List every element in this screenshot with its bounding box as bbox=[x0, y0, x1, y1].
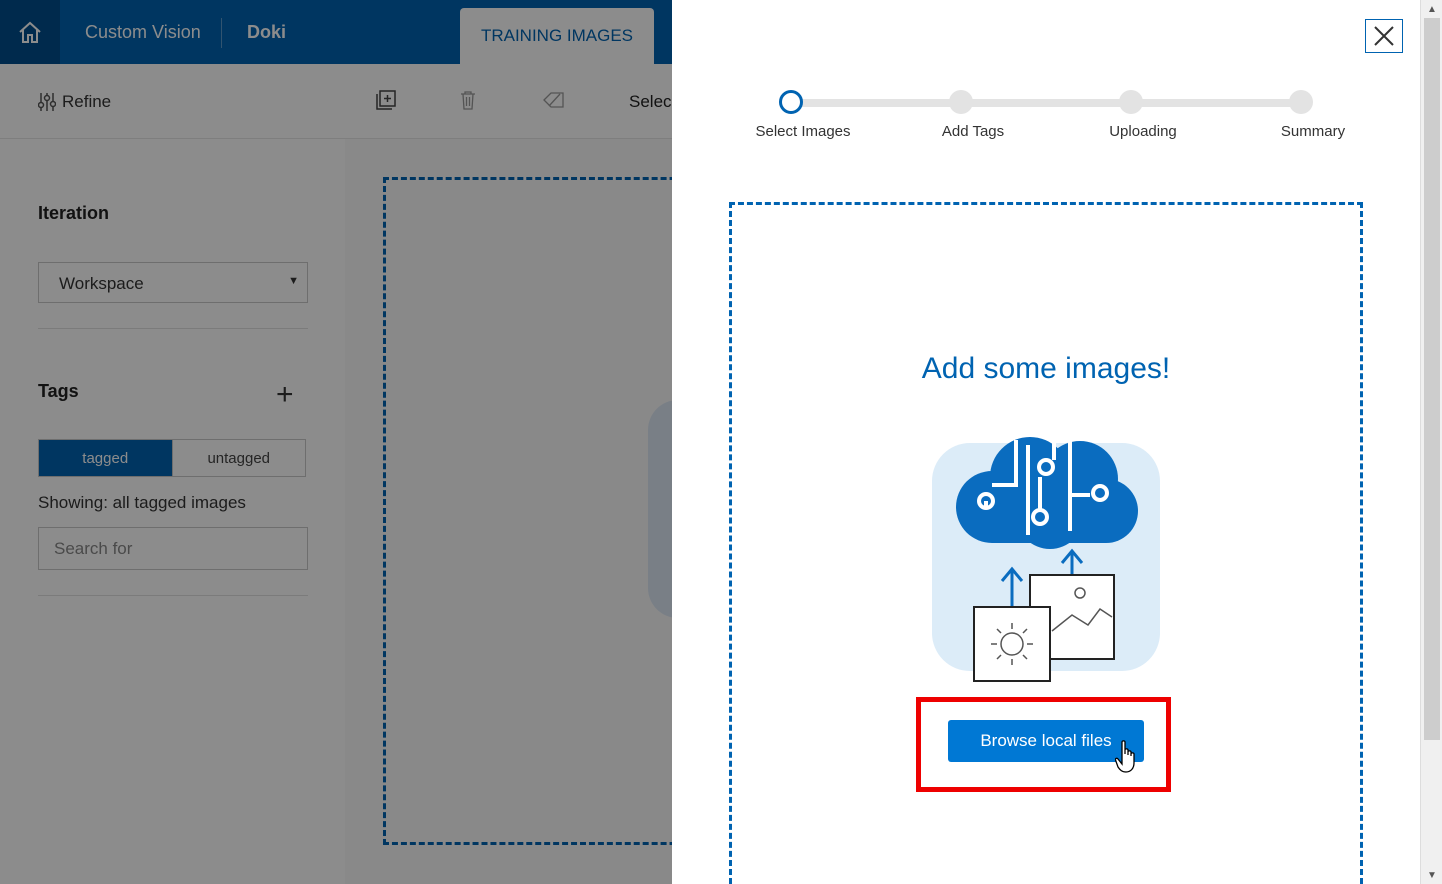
step-label-add-tags: Add Tags bbox=[941, 123, 1005, 140]
vertical-scrollbar[interactable]: ▲ ▼ bbox=[1420, 0, 1442, 884]
step-dot-summary bbox=[1289, 90, 1313, 114]
step-label-uploading: Uploading bbox=[1109, 123, 1177, 140]
close-icon bbox=[1374, 26, 1394, 46]
cloud-upload-illustration bbox=[932, 437, 1160, 682]
step-dot-add-tags bbox=[949, 90, 973, 114]
close-button[interactable] bbox=[1365, 19, 1403, 53]
scroll-thumb[interactable] bbox=[1424, 18, 1440, 740]
step-dot-select-images bbox=[779, 90, 803, 114]
dropzone-title: Add some images! bbox=[921, 352, 1171, 385]
step-label-select-images: Select Images bbox=[755, 123, 851, 140]
stepper-track bbox=[792, 99, 1302, 107]
hand-pointer-icon bbox=[1115, 740, 1135, 773]
scroll-up-arrow-icon[interactable]: ▲ bbox=[1421, 0, 1442, 18]
step-dot-uploading bbox=[1119, 90, 1143, 114]
step-label-summary: Summary bbox=[1280, 123, 1346, 140]
scroll-down-arrow-icon[interactable]: ▼ bbox=[1421, 866, 1442, 884]
upload-modal: Select Images Add Tags Uploading Summary… bbox=[672, 0, 1420, 884]
